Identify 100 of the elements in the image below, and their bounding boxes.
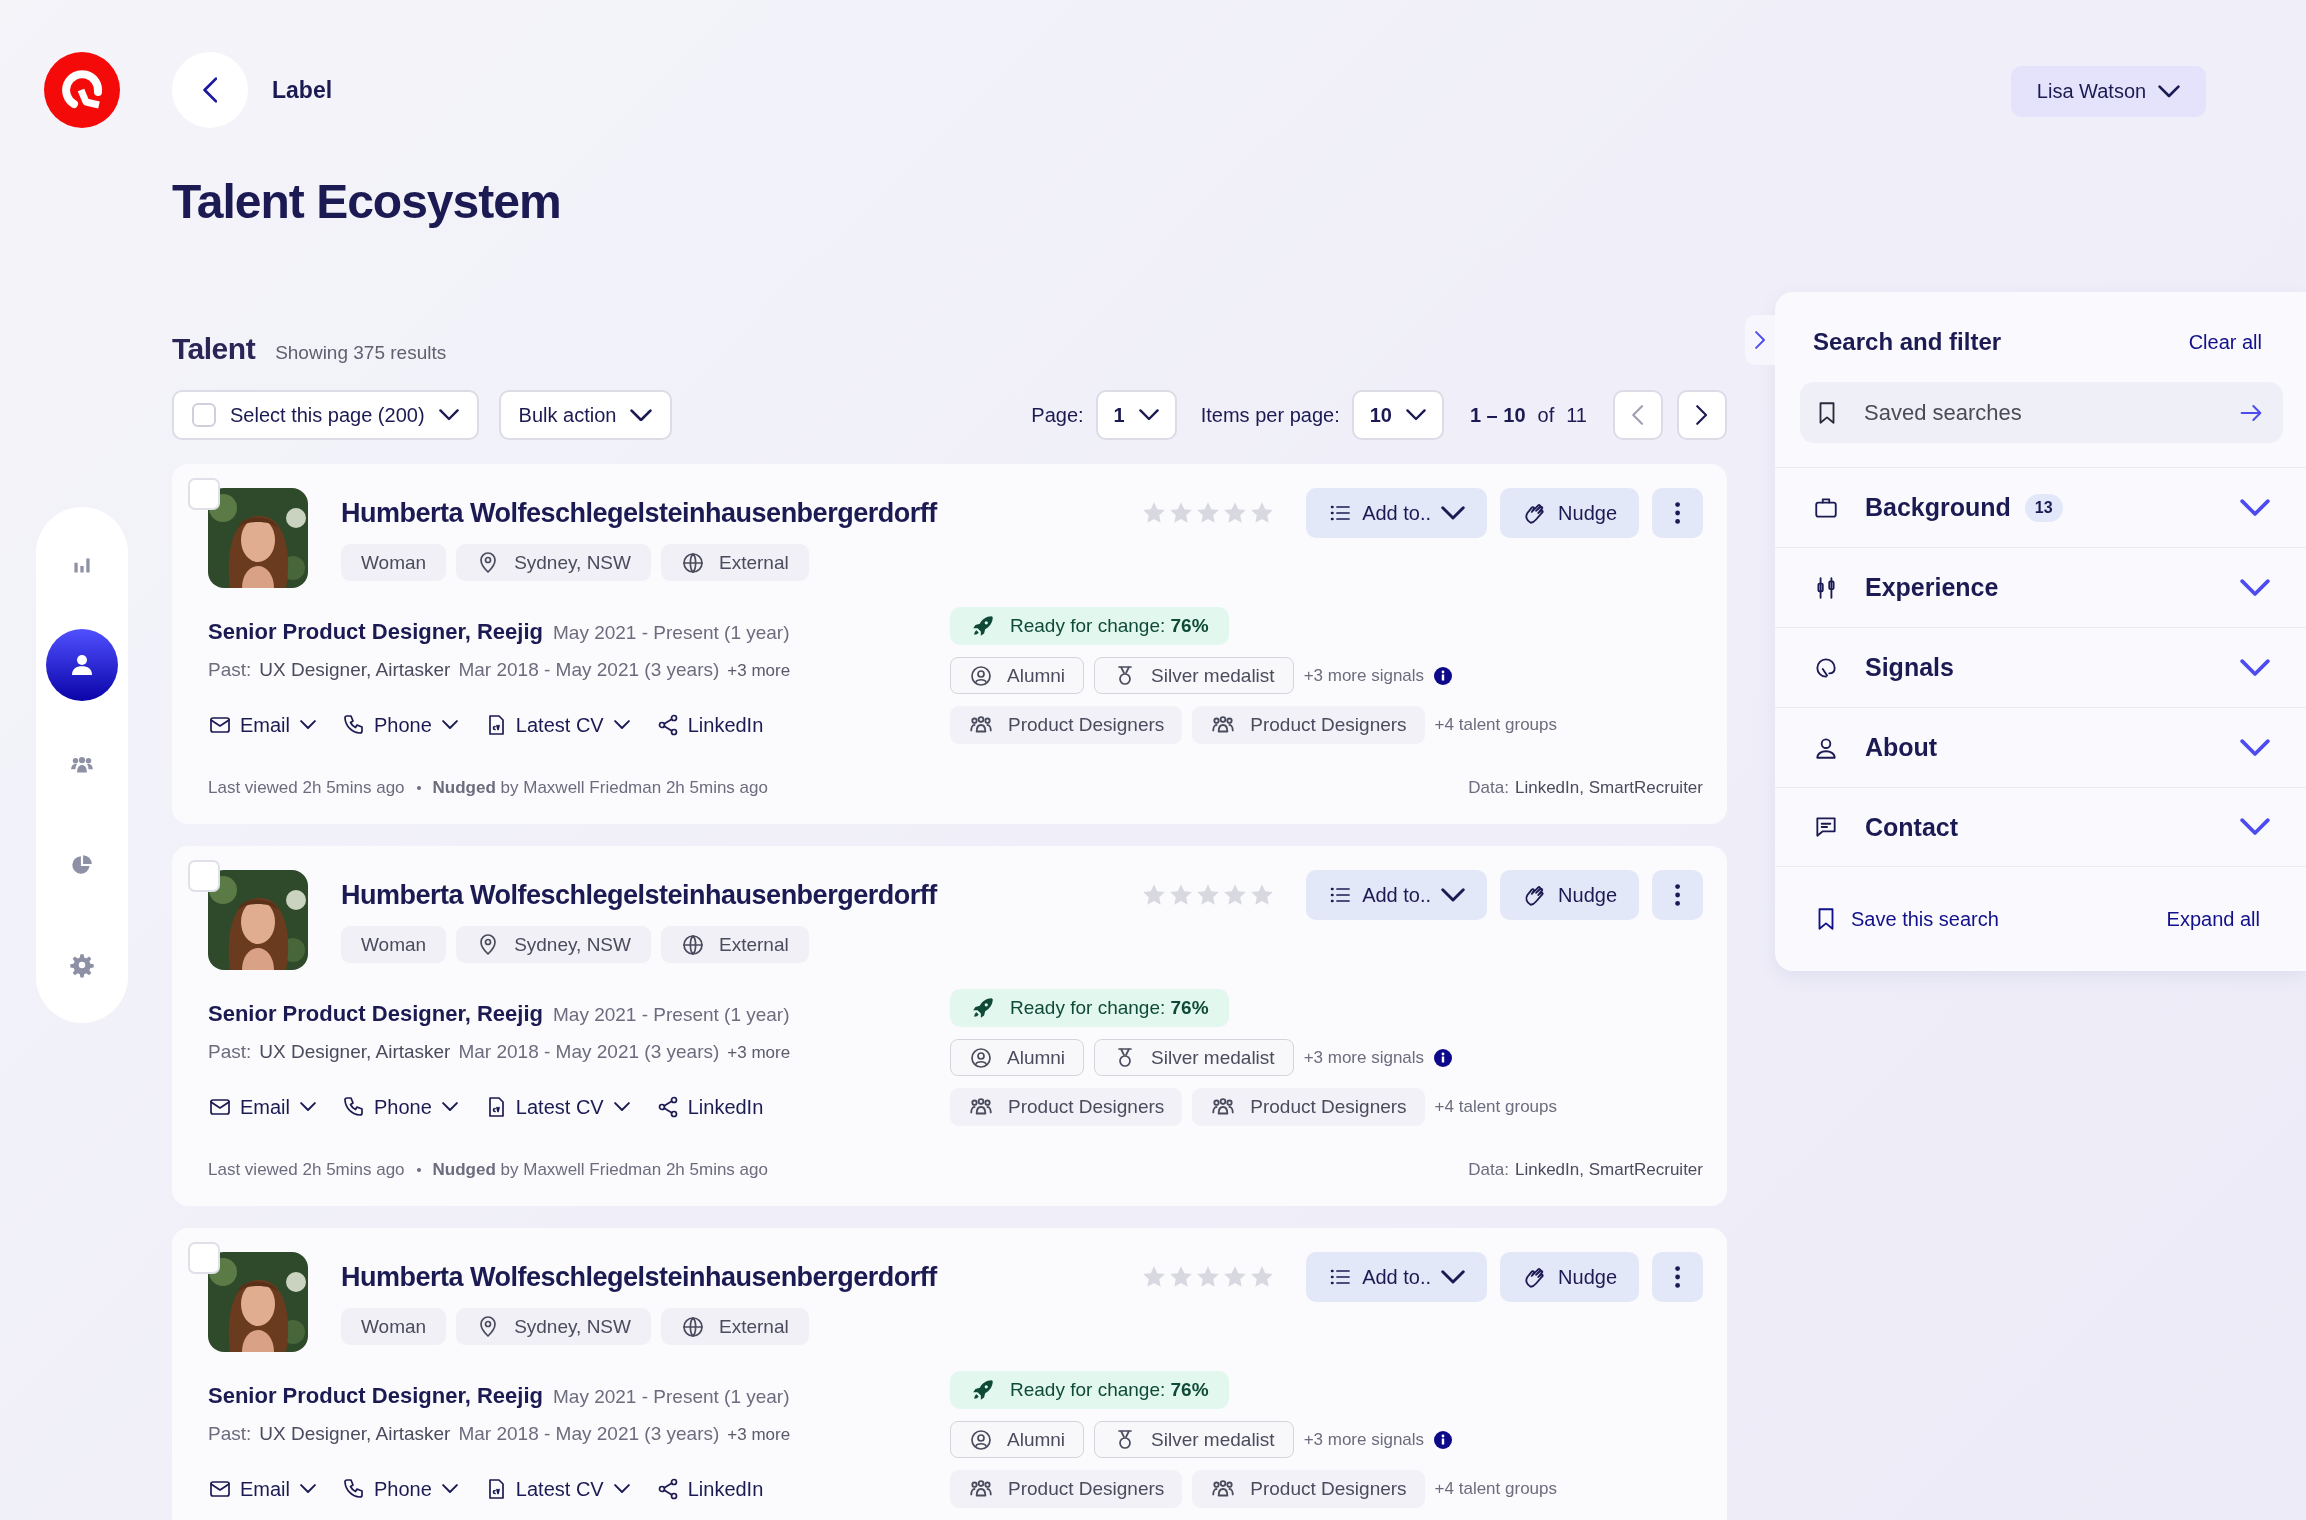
chevron-down-icon — [613, 1102, 630, 1112]
add-to-button[interactable]: Add to.. — [1306, 870, 1488, 920]
add-to-button[interactable]: Add to.. — [1306, 488, 1488, 538]
tag: Sydney, NSW — [456, 926, 651, 963]
contact-link[interactable]: Latest CV — [483, 1095, 630, 1119]
filter-section[interactable]: About — [1775, 707, 2306, 787]
readiness-text: Ready for change: 76% — [1010, 1379, 1209, 1401]
chevron-down-icon — [2240, 738, 2270, 757]
contact-link[interactable]: Email — [208, 1477, 316, 1501]
phone-icon — [342, 1095, 366, 1119]
person-circle-icon — [969, 1045, 993, 1070]
save-search-link[interactable]: Save this search — [1813, 906, 1999, 932]
contact-link[interactable]: Email — [208, 713, 316, 737]
chevron-right-icon — [1696, 405, 1708, 425]
more-button[interactable] — [1652, 488, 1703, 538]
chevron-down-icon — [300, 1102, 316, 1112]
page-select[interactable]: 1 — [1095, 390, 1177, 440]
contact-link[interactable]: LinkedIn — [655, 1095, 764, 1119]
contact-link[interactable]: Latest CV — [483, 713, 630, 737]
tag: External — [661, 1308, 809, 1345]
checkbox[interactable] — [188, 478, 220, 510]
contact-link[interactable]: LinkedIn — [655, 1477, 764, 1501]
data-label: Data: — [1468, 1160, 1509, 1180]
chevron-down-icon — [613, 1484, 630, 1494]
more-talent-groups: +4 talent groups — [1434, 715, 1557, 735]
select-page-dropdown[interactable]: Select this page (200) — [172, 390, 479, 440]
data-label: Data: — [1468, 778, 1509, 798]
chevron-down-icon — [441, 1102, 458, 1112]
items-per-page-label: Items per page: — [1200, 403, 1340, 427]
talent-group-tag: Product Designers — [1192, 1470, 1425, 1508]
current-role: Senior Product Designer, Reejig — [208, 1383, 543, 1409]
expand-all-link[interactable]: Expand all — [2166, 907, 2260, 931]
checkbox[interactable] — [192, 403, 216, 427]
tag: Sydney, NSW — [456, 544, 651, 581]
more-icon — [1673, 501, 1682, 525]
nudge-button[interactable]: Nudge — [1500, 488, 1639, 538]
checkbox[interactable] — [188, 1242, 220, 1274]
contact-link[interactable]: LinkedIn — [655, 713, 764, 737]
contact-link[interactable]: Phone — [342, 713, 458, 737]
back-icon — [202, 77, 218, 103]
filter-section[interactable]: Background 13 — [1775, 467, 2306, 547]
tag: Woman — [341, 544, 447, 581]
contact-link[interactable]: Email — [208, 1095, 316, 1119]
filter-section[interactable]: Experience — [1775, 547, 2306, 627]
nudge-button[interactable]: Nudge — [1500, 870, 1639, 920]
globe-icon — [681, 1314, 705, 1339]
collapse-panel-button[interactable] — [1745, 315, 1775, 365]
checkbox[interactable] — [188, 860, 220, 892]
chat-icon — [1813, 814, 1839, 840]
filter-section[interactable]: Contact — [1775, 787, 2306, 867]
info-icon[interactable] — [1434, 1430, 1453, 1449]
signal-tag: Silver medalist — [1094, 1039, 1294, 1076]
candidate-name: Humberta Wolfeschlegelsteinhausenbergerdorff — [341, 1261, 939, 1293]
more-signals: +3 more signals — [1303, 1047, 1425, 1068]
filter-section[interactable]: Signals — [1775, 627, 2306, 707]
next-page-button[interactable] — [1677, 390, 1727, 440]
saved-searches-button[interactable]: Saved searches — [1800, 382, 2283, 443]
chevron-down-icon — [300, 1484, 316, 1494]
past-label: Past: — [208, 659, 252, 681]
page-title: Talent Ecosystem — [172, 174, 562, 230]
role-dates: Mar 2018 - May 2021 (3 years) — [458, 1423, 720, 1445]
chevron-down-icon — [1441, 1270, 1466, 1284]
contact-link[interactable]: Phone — [342, 1477, 458, 1501]
logo-icon[interactable] — [44, 52, 120, 128]
nudge-button[interactable]: Nudge — [1500, 1252, 1639, 1302]
info-icon[interactable] — [1434, 1048, 1453, 1067]
chevron-left-icon — [1632, 405, 1644, 425]
role-dates: Mar 2018 - May 2021 (3 years) — [458, 659, 720, 681]
user-menu-button[interactable]: Lisa Watson — [2011, 66, 2206, 117]
chevron-down-icon — [438, 409, 459, 421]
more-link[interactable]: +3 more — [727, 1043, 791, 1063]
items-per-page-select[interactable]: 10 — [1351, 390, 1444, 440]
tag: Woman — [341, 1308, 447, 1345]
contact-link[interactable]: Latest CV — [483, 1477, 630, 1501]
results-count: Showing 375 results — [275, 342, 447, 364]
more-link[interactable]: +3 more — [727, 661, 791, 681]
count-badge: 13 — [2024, 493, 2063, 522]
more-link[interactable]: +3 more — [727, 1425, 791, 1445]
contact-link[interactable]: Phone — [342, 1095, 458, 1119]
readiness-text: Ready for change: 76% — [1010, 615, 1209, 637]
last-viewed: Last viewed 2h 5mins ago — [208, 778, 405, 798]
more-button[interactable] — [1652, 870, 1703, 920]
candidate-name: Humberta Wolfeschlegelsteinhausenbergerdorff — [341, 497, 939, 529]
add-to-button[interactable]: Add to.. — [1306, 1252, 1488, 1302]
clear-all-link[interactable]: Clear all — [2188, 330, 2262, 354]
chevron-down-icon — [441, 720, 458, 730]
past-label: Past: — [208, 1041, 252, 1063]
globe-icon — [681, 932, 705, 957]
past-role: UX Designer, Airtasker — [259, 659, 451, 681]
bulk-action-dropdown[interactable]: Bulk action — [498, 390, 673, 440]
info-icon[interactable] — [1434, 666, 1453, 685]
phone-icon — [342, 1477, 366, 1501]
of-label: of — [1537, 403, 1555, 427]
talent-group-tag: Product Designers — [1192, 1088, 1425, 1126]
signal-tag: Silver medalist — [1094, 657, 1294, 694]
signal-tag: Silver medalist — [1094, 1421, 1294, 1458]
chevron-down-icon — [1441, 888, 1466, 902]
more-button[interactable] — [1652, 1252, 1703, 1302]
tag: External — [661, 544, 809, 581]
past-role: UX Designer, Airtasker — [259, 1423, 451, 1445]
